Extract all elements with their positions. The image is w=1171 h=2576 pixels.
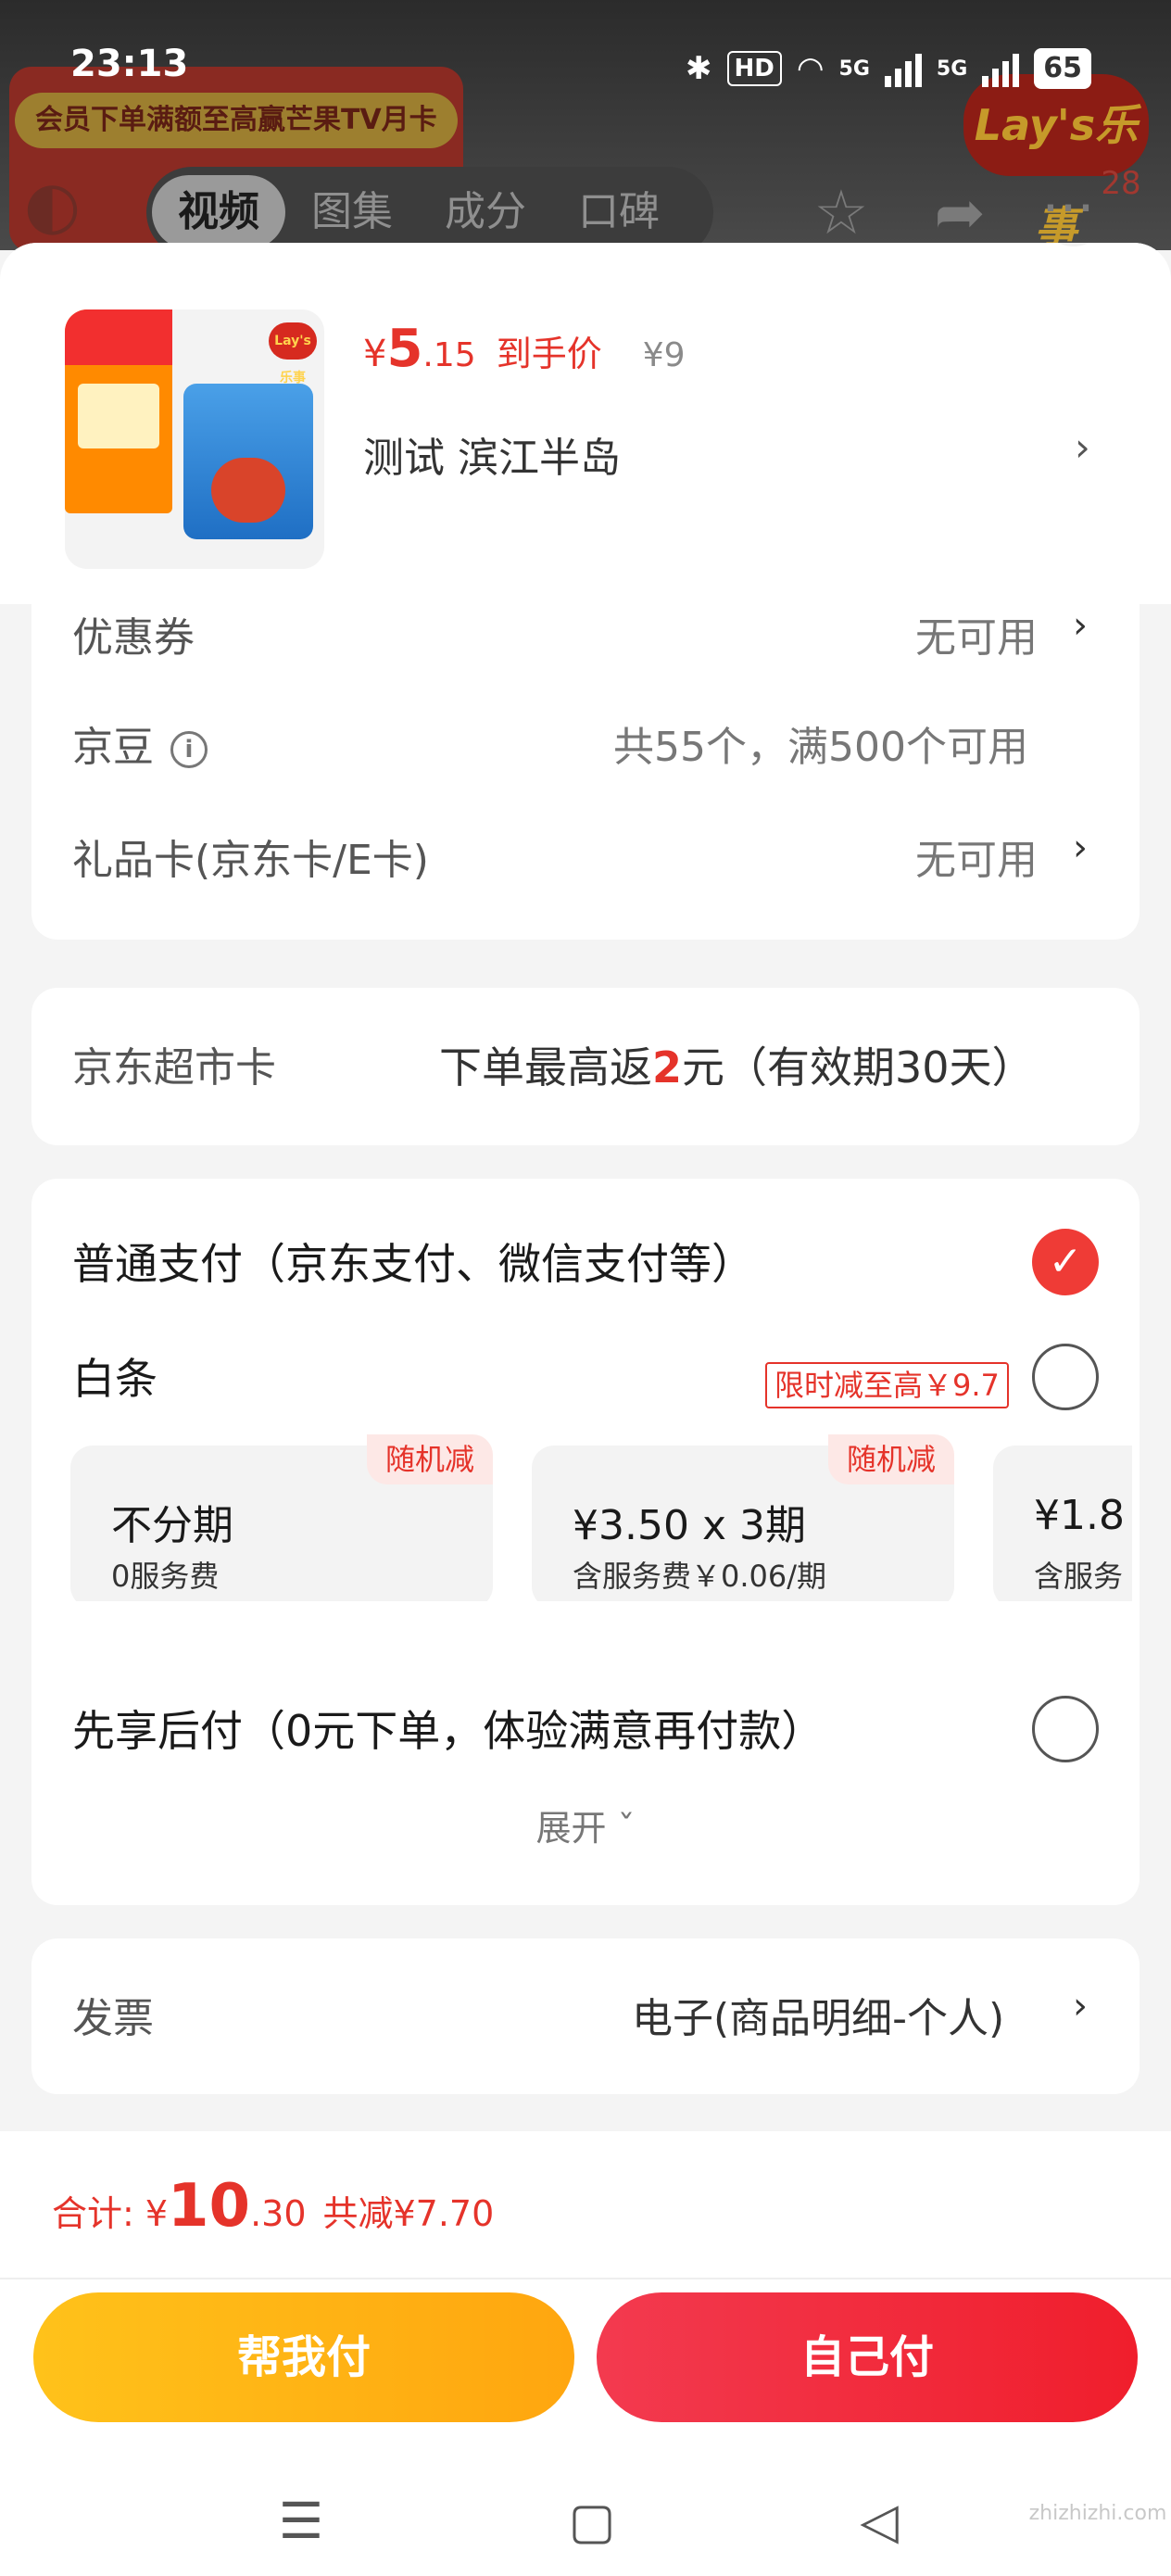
more-icon[interactable]: ··· bbox=[1036, 176, 1101, 250]
baitiao-radio[interactable] bbox=[1032, 1344, 1099, 1410]
promo-card-image bbox=[65, 309, 172, 513]
total-decimal: .30 bbox=[250, 2193, 307, 2234]
final-price-label: 到手价 bbox=[496, 334, 602, 374]
chevron-right-icon[interactable]: › bbox=[1073, 604, 1088, 647]
pay-later-radio[interactable] bbox=[1032, 1696, 1099, 1762]
chevron-right-icon[interactable]: › bbox=[1075, 424, 1090, 470]
tab-reviews[interactable]: 口碑 bbox=[552, 175, 686, 249]
price-symbol: ¥ bbox=[363, 333, 387, 375]
installment-plan[interactable]: 随机减 ¥3.50 x 3期 含服务费￥0.06/期 bbox=[532, 1434, 954, 1601]
tab-gallery[interactable]: 图集 bbox=[285, 175, 419, 249]
home-icon[interactable]: ▢ bbox=[560, 2489, 624, 2554]
baitiao-label[interactable]: 白条 bbox=[72, 1345, 157, 1407]
total-label: 合计: bbox=[52, 2193, 134, 2234]
chevron-right-icon[interactable]: › bbox=[1073, 827, 1088, 869]
baitiao-promo-badge: 限时减至高￥9.7 bbox=[765, 1362, 1009, 1408]
product-thumbnail[interactable]: Lay's乐事 bbox=[65, 309, 324, 569]
cart-count-badge: 28 bbox=[1101, 165, 1141, 202]
divider bbox=[0, 2278, 1171, 2279]
normal-payment-radio[interactable]: ✓ bbox=[1032, 1229, 1099, 1295]
jingdou-label-text: 京豆 bbox=[72, 724, 154, 771]
market-value-highlight: 2 bbox=[652, 1042, 683, 1092]
wifi-icon: ◠ bbox=[796, 50, 825, 87]
payment-card: 普通支付（京东支付、微信支付等） ✓ 白条 限时减至高￥9.7 随机减 不分期 … bbox=[31, 1179, 1140, 1905]
original-price: ¥9 bbox=[642, 336, 686, 374]
price-line: ¥ 5 .15 到手价 ¥9 bbox=[363, 319, 686, 393]
installment-plans: 随机减 不分期 0服务费 随机减 ¥3.50 x 3期 含服务费￥0.06/期 … bbox=[70, 1434, 1132, 1601]
total-symbol: ¥ bbox=[145, 2193, 168, 2234]
installment-plan[interactable]: 随机减 不分期 0服务费 bbox=[70, 1434, 493, 1601]
plan-fee: 0服务费 bbox=[111, 1559, 220, 1594]
market-value-prefix: 下单最高返 bbox=[439, 1042, 652, 1092]
menu-icon[interactable]: ☰ bbox=[269, 2489, 334, 2554]
discounts-card: 优惠券 无可用 › 京豆 i 共55个，满500个可用 礼品卡(京东卡/E卡) 无… bbox=[31, 595, 1140, 940]
status-bar: 23:13 ✱ HD ◠ 5G 5G 65 bbox=[0, 37, 1171, 96]
invoice-label: 发票 bbox=[72, 1995, 154, 2042]
jingdou-value: 共55个，满500个可用 bbox=[613, 724, 1028, 771]
invoice-card[interactable]: 发票 电子(商品明细-个人) › bbox=[31, 1938, 1140, 2094]
bluetooth-icon: ✱ bbox=[686, 50, 712, 87]
share-icon[interactable]: ➦ bbox=[923, 176, 997, 250]
pay-later-label[interactable]: 先享后付（0元下单，体验满意再付款） bbox=[72, 1698, 824, 1759]
coupon-value[interactable]: 无可用 bbox=[915, 604, 1038, 663]
normal-payment-label[interactable]: 普通支付（京东支付、微信支付等） bbox=[72, 1231, 754, 1292]
promo-text: 会员下单满额至高赢芒果TV月卡 bbox=[15, 93, 458, 148]
network-5g-label: 5G bbox=[838, 57, 870, 81]
plan-title: 不分期 bbox=[111, 1502, 233, 1549]
network-5g-label-2: 5G bbox=[936, 57, 968, 81]
pay-myself-button[interactable]: 自己付 bbox=[597, 2292, 1138, 2422]
help-me-pay-button[interactable]: 帮我付 bbox=[33, 2292, 574, 2422]
chips-bag-image bbox=[183, 384, 313, 539]
shipping-address[interactable]: 测试 滨江半岛 bbox=[363, 424, 621, 484]
plan-fee: 含服务费￥0.06/期 bbox=[573, 1559, 827, 1594]
coupon-label: 优惠券 bbox=[72, 614, 195, 662]
plan-title: ¥1.8 bbox=[1034, 1492, 1125, 1539]
random-discount-tag: 随机减 bbox=[827, 1434, 954, 1484]
checkout-footer: 合计: ¥ 10 .30 共减¥7.70 帮我付 自己付 ☰ ▢ ◁ bbox=[0, 2131, 1171, 2576]
promo-card-top bbox=[65, 309, 172, 365]
status-icons: ✱ HD ◠ 5G 5G 65 bbox=[686, 43, 1130, 95]
price-decimal: .15 bbox=[422, 336, 476, 374]
market-value-suffix: 元（有效期30天） bbox=[682, 1042, 1035, 1092]
thumbnail-brand-logo: Lay's乐事 bbox=[269, 322, 317, 385]
system-nav-bar: ☰ ▢ ◁ bbox=[0, 2465, 1171, 2576]
info-icon[interactable]: i bbox=[170, 731, 208, 768]
market-card[interactable]: 京东超市卡 下单最高返2元（有效期30天） bbox=[31, 988, 1140, 1145]
signal-icon-2 bbox=[982, 50, 1020, 87]
status-time: 23:13 bbox=[70, 43, 189, 85]
chips-bag-label bbox=[211, 458, 285, 523]
giftcard-label: 礼品卡(京东卡/E卡) bbox=[72, 837, 429, 884]
battery-icon: 65 bbox=[1034, 48, 1092, 89]
price-integer: 5 bbox=[386, 319, 423, 379]
hd-icon: HD bbox=[726, 51, 782, 86]
mascot-icon: ◐ bbox=[24, 167, 82, 243]
plan-fee: 含服务 bbox=[1034, 1559, 1124, 1594]
total-integer: 10 bbox=[168, 2172, 251, 2241]
giftcard-value[interactable]: 无可用 bbox=[915, 827, 1038, 886]
market-card-label: 京东超市卡 bbox=[72, 1044, 276, 1092]
favorite-icon[interactable]: ☆ bbox=[804, 176, 878, 250]
market-card-value: 下单最高返2元（有效期30天） bbox=[439, 1034, 1035, 1095]
random-discount-tag: 随机减 bbox=[366, 1434, 493, 1484]
chevron-right-icon[interactable]: › bbox=[1073, 1985, 1088, 2027]
signal-icon bbox=[884, 50, 922, 87]
media-tabs: 视频 图集 成分 口碑 bbox=[146, 167, 713, 250]
tab-video[interactable]: 视频 bbox=[152, 175, 285, 249]
watermark: zhizhizhi.com bbox=[1028, 2502, 1167, 2525]
installment-plan[interactable]: ¥1.8 含服务 bbox=[993, 1446, 1132, 1601]
promo-card-coupon bbox=[78, 384, 159, 448]
total-saved: 共减¥7.70 bbox=[322, 2193, 495, 2234]
product-header: Lay's乐事 ¥ 5 .15 到手价 ¥9 测试 滨江半岛 › bbox=[0, 243, 1171, 604]
expand-button[interactable]: 展开 ˇ bbox=[31, 1799, 1140, 1850]
tab-ingredients[interactable]: 成分 bbox=[419, 175, 552, 249]
plan-title: ¥3.50 x 3期 bbox=[573, 1502, 806, 1549]
invoice-value: 电子(商品明细-个人) bbox=[632, 1995, 1005, 2042]
jingdou-label: 京豆 i bbox=[72, 713, 208, 773]
total-line: 合计: ¥ 10 .30 共减¥7.70 bbox=[52, 2172, 494, 2241]
back-icon[interactable]: ◁ bbox=[847, 2489, 912, 2554]
